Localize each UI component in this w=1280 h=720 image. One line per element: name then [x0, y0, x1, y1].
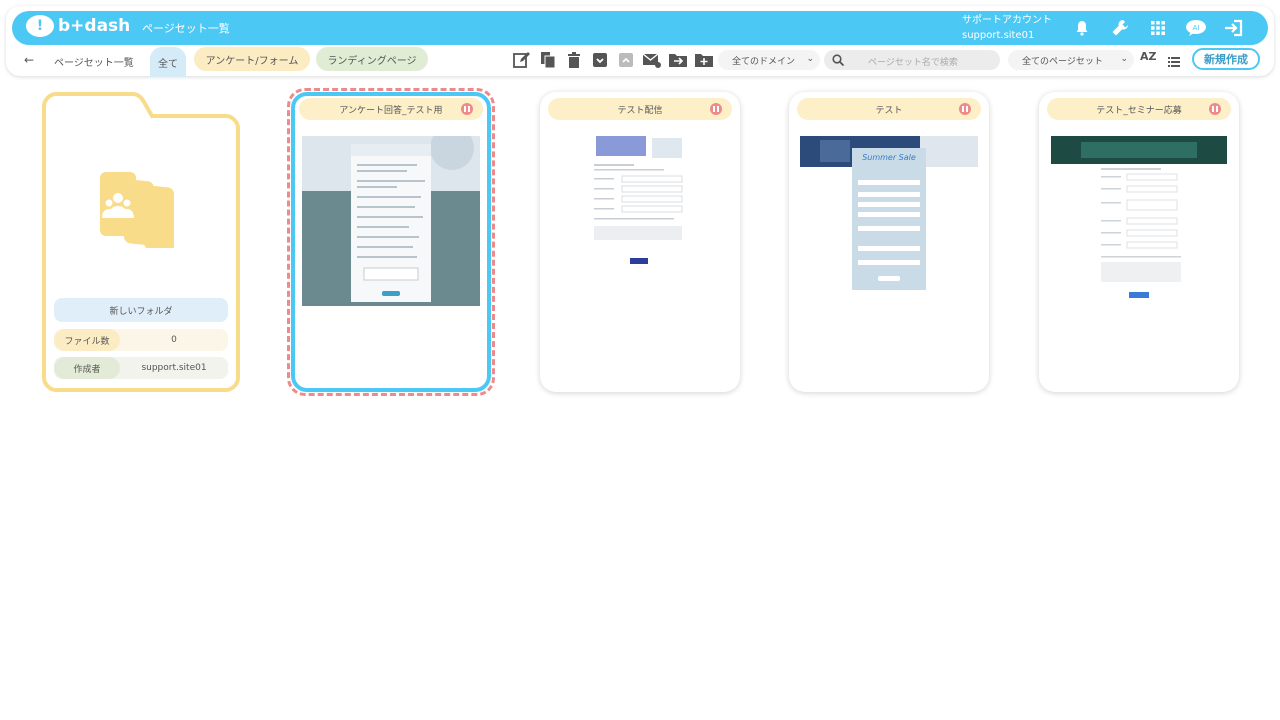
pause-icon[interactable] [959, 103, 971, 115]
page-thumbnail [302, 136, 480, 306]
card-title: テスト配信 [548, 98, 732, 120]
page-thumbnail: Summer Sale [800, 136, 978, 290]
sort-az-icon[interactable]: AZ [1140, 50, 1157, 63]
card-title-text: テスト [875, 105, 903, 116]
unarchive-icon[interactable] [616, 50, 636, 70]
edit-icon[interactable] [512, 50, 532, 70]
pageset-card[interactable]: テスト配信 [540, 92, 740, 392]
search-icon [832, 54, 844, 66]
chevron-down-icon: ⌄ [1120, 54, 1128, 64]
ai-chat-icon[interactable]: AI [1184, 16, 1208, 40]
pageset-card[interactable]: アンケート回答_テスト用 [291, 92, 491, 392]
logo[interactable]: ! b+dash [26, 15, 130, 37]
tab-survey-form[interactable]: アンケート/フォーム [194, 47, 310, 71]
pause-icon[interactable] [461, 103, 473, 115]
breadcrumb: ページセット一覧 [54, 58, 134, 69]
header: ! b+dash ページセット一覧 サポートアカウント support.site… [6, 6, 1274, 77]
card-title-text: テスト_セミナー応募 [1096, 105, 1182, 116]
wrench-icon[interactable] [1108, 16, 1132, 40]
folder-file-count: ファイル数 0 [54, 329, 228, 351]
move-to-folder-icon[interactable] [668, 50, 688, 70]
pageset-card[interactable]: テスト_セミナー応募 [1039, 92, 1239, 392]
top-bar: ! b+dash ページセット一覧 サポートアカウント support.site… [12, 11, 1268, 45]
account-id: support.site01 [962, 30, 1035, 41]
pause-icon[interactable] [1209, 103, 1221, 115]
new-folder-icon[interactable] [694, 50, 714, 70]
page-thumbnail [594, 136, 683, 264]
folder-card[interactable]: 新しいフォルダ ファイル数 0 作成者 support.site01 [42, 92, 240, 392]
bell-icon[interactable] [1070, 16, 1094, 40]
file-count-value: 0 [171, 335, 177, 345]
file-count-label: ファイル数 [54, 329, 120, 351]
svg-text:Summer Sale: Summer Sale [862, 153, 916, 162]
trash-icon[interactable] [564, 50, 584, 70]
domain-select[interactable]: 全てのドメイン ⌄ [718, 50, 820, 70]
card-title: テスト [797, 98, 981, 120]
svg-text:AI: AI [1193, 24, 1200, 32]
mail-icon[interactable] [642, 50, 662, 70]
author-value: support.site01 [141, 363, 207, 373]
back-button[interactable]: ← [24, 53, 34, 67]
page-thumbnail [1051, 136, 1227, 298]
pageset-select-value: 全てのページセット [1022, 56, 1103, 67]
domain-select-value: 全てのドメイン [732, 56, 796, 67]
apps-grid-icon[interactable] [1146, 16, 1170, 40]
folder-author: 作成者 support.site01 [54, 357, 228, 379]
logo-text: b+dash [58, 16, 131, 36]
card-title: テスト_セミナー応募 [1047, 98, 1231, 120]
search-input[interactable]: ページセット名で検索 [824, 50, 1000, 70]
card-title-text: アンケート回答_テスト用 [339, 105, 443, 116]
new-create-button[interactable]: 新規作成 [1192, 48, 1260, 70]
card-title: アンケート回答_テスト用 [299, 98, 483, 120]
pause-icon[interactable] [710, 103, 722, 115]
tab-landing-page[interactable]: ランディングページ [316, 47, 428, 71]
logo-icon: ! [26, 15, 54, 37]
folder-name: 新しいフォルダ [54, 298, 228, 322]
toolbar: ← ページセット一覧 全て アンケート/フォーム ランディングページ 全てのドメ… [6, 46, 1274, 77]
account-info[interactable]: サポートアカウント support.site01 [962, 13, 1052, 43]
logout-icon[interactable] [1222, 16, 1246, 40]
search-placeholder: ページセット名で検索 [868, 58, 958, 68]
page-title: ページセット一覧 [142, 22, 230, 35]
author-label: 作成者 [54, 357, 120, 379]
pageset-card[interactable]: テスト Summer Sale [789, 92, 989, 392]
pageset-stack-icon [98, 172, 186, 252]
chevron-down-icon: ⌄ [806, 54, 814, 64]
copy-icon[interactable] [538, 50, 558, 70]
pageset-select[interactable]: 全てのページセット ⌄ [1008, 50, 1134, 70]
archive-icon[interactable] [590, 50, 610, 70]
list-view-icon[interactable] [1168, 52, 1180, 71]
tab-all[interactable]: 全て [150, 47, 186, 77]
account-name: サポートアカウント [962, 15, 1052, 26]
card-title-text: テスト配信 [617, 105, 663, 116]
